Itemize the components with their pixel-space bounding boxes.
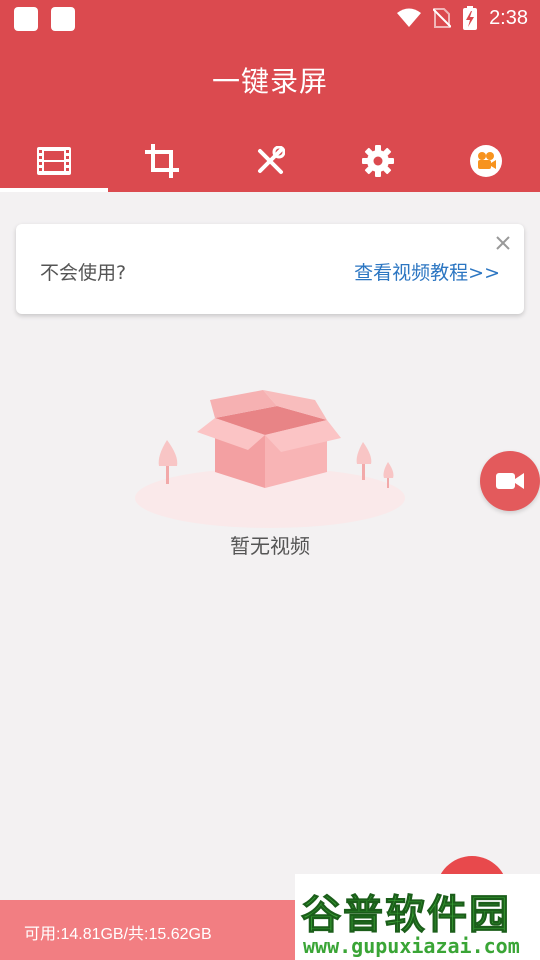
tutorial-link[interactable]: 查看视频教程>> — [354, 258, 500, 285]
close-icon[interactable] — [492, 232, 514, 254]
watermark-title: 谷普软件园 — [301, 892, 511, 939]
tab-indicator — [0, 188, 108, 192]
record-button[interactable] — [480, 451, 540, 511]
empty-box-illustration — [135, 390, 405, 528]
clock: 2:38 — [489, 6, 528, 29]
camera-badge-icon — [470, 145, 502, 177]
no-sim-icon — [433, 8, 452, 28]
storage-info: 可用:14.81GB/共:15.62GB — [24, 926, 212, 943]
app-title: 一键录屏 — [211, 65, 328, 98]
crop-icon — [145, 144, 179, 178]
status-bar: 2:38 — [0, 0, 540, 36]
tools-icon — [258, 146, 285, 174]
notification-square-icon — [51, 7, 75, 31]
notification-square-icon — [14, 7, 38, 31]
tab-crop[interactable] — [108, 130, 216, 192]
app-bar: 一键录屏 — [0, 36, 540, 192]
help-tip-text: 不会使用? — [40, 262, 127, 284]
video-camera-icon — [496, 473, 524, 489]
tab-bar — [0, 130, 540, 192]
tab-settings[interactable] — [324, 130, 432, 192]
watermark-url: www.gupuxiazai.com — [303, 934, 520, 958]
gear-icon — [362, 145, 394, 177]
tab-camera[interactable] — [432, 130, 540, 192]
wifi-icon — [397, 8, 422, 27]
battery-charging-icon — [463, 6, 478, 30]
tab-tools[interactable] — [216, 130, 324, 192]
empty-state-text: 暂无视频 — [230, 534, 310, 558]
tab-videos[interactable] — [0, 130, 108, 192]
watermark: 谷普软件园 www.gupuxiazai.com — [295, 874, 540, 960]
help-tip-card: 不会使用? 查看视频教程>> — [16, 224, 524, 314]
film-icon — [37, 147, 71, 175]
